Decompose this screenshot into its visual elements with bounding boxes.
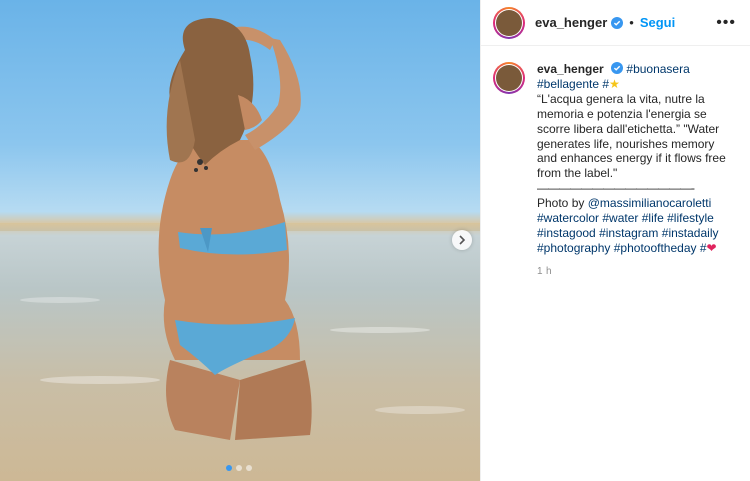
mention-link[interactable]: @massimilianocaroletti [588,196,712,210]
hashtag-link[interactable]: #bellagente [537,77,599,91]
hashtag-link[interactable]: #photooftheday [614,241,697,255]
hashtag-link[interactable]: #instadaily [662,226,719,240]
star-emoji-icon: ★ [609,76,620,91]
carousel-next-button[interactable] [452,230,472,250]
chevron-right-icon [459,235,466,245]
carousel-dot [246,465,252,471]
post-side-panel: eva_henger • Segui ••• eva_henger #buona… [480,0,750,481]
avatar-image [496,9,522,36]
header-username[interactable]: eva_henger [535,15,607,30]
post-timestamp[interactable]: 1 h [537,265,736,280]
hashtag-link[interactable]: #water [602,211,638,225]
caption-text: “L'acqua genera la vita, nutre la memori… [537,91,726,181]
carousel-dot [236,465,242,471]
hashtag-link[interactable]: #instagood [537,226,596,240]
more-options-button[interactable]: ••• [716,14,736,31]
caption-username[interactable]: eva_henger [537,62,604,76]
avatar[interactable] [493,6,525,39]
hashtag-link[interactable]: #watercolor [537,211,599,225]
carousel-dot [226,465,232,471]
photo-credit-label: Photo by [537,196,585,211]
heart-emoji-icon: ❤ [706,240,717,255]
caption-row: eva_henger #buonasera #bellagente # ★ “L'… [481,46,750,280]
caption: eva_henger #buonasera #bellagente # ★ “L'… [537,62,736,280]
carousel-indicator [226,465,252,471]
hashtag-link[interactable]: #lifestyle [667,211,714,225]
caption-avatar[interactable] [493,62,525,94]
hashtag-link[interactable]: #photography [537,241,610,255]
hashtag-link[interactable]: #instagram [599,226,658,240]
header-separator: • [629,15,634,30]
photo-figure [20,18,465,440]
post-header: eva_henger • Segui ••• [481,0,750,46]
hashtag-link[interactable]: #life [642,211,664,225]
follow-button[interactable]: Segui [640,15,675,30]
hashtag-link[interactable]: #buonasera [626,62,689,76]
verified-badge-icon [611,62,624,74]
caption-divider: ——————————————- [537,181,695,196]
post-photo[interactable] [0,0,480,481]
hashtag-link[interactable]: # [700,241,707,255]
verified-badge-icon [611,16,624,29]
avatar-image [496,65,522,91]
